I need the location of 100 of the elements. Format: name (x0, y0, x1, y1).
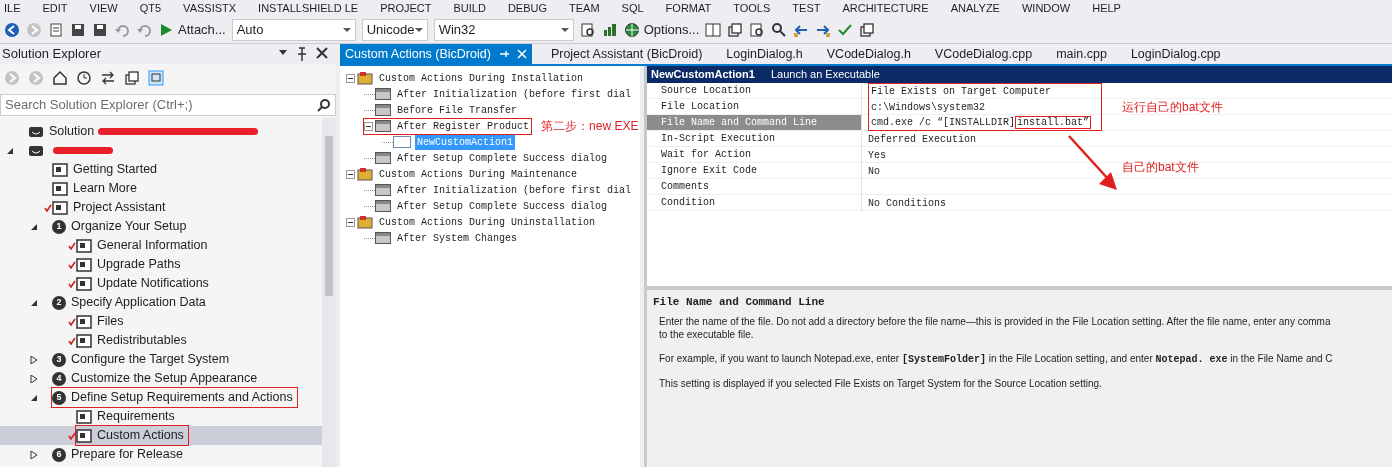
play-icon[interactable] (158, 21, 174, 38)
menu-item[interactable]: WINDOW (1021, 0, 1071, 16)
property-name[interactable]: File Location (647, 99, 861, 114)
find-icon[interactable] (749, 21, 766, 38)
tree-item[interactable]: Custom Actions During Uninstallation (377, 214, 598, 230)
expander-icon[interactable] (364, 121, 373, 131)
sync-icon[interactable] (100, 70, 116, 86)
copy-icon[interactable] (727, 21, 744, 38)
property-name[interactable]: Condition (647, 195, 861, 210)
options-button[interactable]: Options... (623, 19, 700, 40)
menu-item[interactable]: FORMAT (665, 0, 712, 16)
tree-item[interactable]: After Initialization (before first dial (395, 182, 634, 198)
chart-icon[interactable] (601, 21, 618, 38)
tree-item[interactable]: 2 Specify Application Data (0, 293, 322, 312)
menu-item[interactable]: ARCHITECTURE (842, 0, 929, 16)
property-name[interactable]: Source Location (647, 83, 861, 98)
property-value[interactable]: Yes (868, 147, 886, 163)
menu-item[interactable]: VIEW (89, 0, 118, 16)
expander-icon[interactable] (30, 374, 38, 383)
tree-item[interactable]: Learn More (0, 179, 322, 198)
tree-item[interactable]: After Setup Complete Success dialog (395, 198, 610, 214)
attach-button[interactable]: Attach... (158, 19, 226, 40)
dropdown[interactable]: Win32 (433, 18, 574, 41)
property-value[interactable]: c:\Windows\system32 (871, 99, 986, 115)
collapse-icon[interactable] (124, 70, 140, 86)
dropdown[interactable]: Unicode (361, 18, 428, 41)
expander-icon[interactable] (30, 298, 38, 307)
property-value[interactable]: No Conditions (868, 195, 946, 211)
expander-icon[interactable] (30, 222, 38, 231)
tree-item[interactable]: After System Changes (395, 230, 520, 246)
tree-item[interactable]: After Setup Complete Success dialog (395, 150, 610, 166)
menu-item[interactable]: ILE (4, 0, 21, 16)
save-icon[interactable] (70, 21, 86, 38)
property-name[interactable]: In-Script Execution (647, 131, 861, 146)
close-icon[interactable] (316, 47, 328, 59)
tree-item[interactable]: Files (0, 312, 322, 331)
menu-item[interactable]: HELP (1092, 0, 1121, 16)
property-value[interactable]: Deferred Execution (868, 131, 977, 147)
expander-icon[interactable] (30, 355, 38, 364)
menu-item[interactable]: PROJECT (380, 0, 432, 16)
scrollbar[interactable] (322, 118, 336, 467)
expander-icon[interactable] (346, 73, 355, 83)
pin-icon[interactable] (296, 47, 308, 61)
tree-item[interactable]: After Register Product (395, 118, 532, 134)
tree-item[interactable]: Redistributables (0, 331, 322, 350)
tab[interactable]: LoginDialog.cpp (1125, 44, 1226, 64)
expander-icon[interactable] (30, 393, 38, 402)
copy-icon[interactable] (859, 21, 876, 38)
menu-item[interactable]: TEST (792, 0, 821, 16)
tab[interactable]: VCodeDialog.h (821, 44, 916, 64)
expander-icon[interactable] (346, 169, 355, 179)
menu-item[interactable]: VASSISTX (183, 0, 237, 16)
find-icon[interactable] (579, 21, 596, 38)
tree-item[interactable]: 4 Customize the Setup Appearance (0, 369, 322, 388)
expander-icon[interactable] (30, 450, 38, 459)
tree-item[interactable]: Project Assistant (0, 198, 322, 217)
tree-item[interactable]: Custom Actions (0, 426, 322, 445)
menu-item[interactable]: DEBUG (507, 0, 548, 16)
tree-item[interactable]: After Initialization (before first dial (395, 86, 634, 102)
search-icon[interactable] (771, 21, 788, 38)
back-icon[interactable] (4, 21, 20, 38)
search-field[interactable]: Search Solution Explorer (Ctrl+;) (0, 94, 336, 116)
property-value[interactable]: cmd.exe /c “[INSTALLDIR] install.bat” (871, 115, 1092, 130)
menu-item[interactable]: SQL (621, 0, 644, 16)
book-icon[interactable] (705, 21, 722, 38)
new-item-icon[interactable] (48, 21, 64, 38)
tree-item[interactable]: 3 Configure the Target System (0, 350, 322, 369)
property-name[interactable]: Wait for Action (647, 147, 861, 162)
globe-icon[interactable] (623, 21, 640, 38)
history-icon[interactable] (76, 70, 92, 86)
dropdown-icon[interactable] (278, 47, 288, 57)
home-icon[interactable] (52, 70, 68, 86)
property-name[interactable]: Ignore Exit Code (647, 163, 861, 178)
expander-icon[interactable] (6, 146, 14, 155)
tree-item[interactable]: Getting Started (0, 160, 322, 179)
property-name[interactable]: Comments (647, 179, 861, 194)
tab[interactable]: Project Assistant (BicDroid) (545, 44, 708, 64)
tree-item[interactable]: Upgrade Paths (0, 255, 322, 274)
tree-item[interactable]: Before File Transfer (395, 102, 520, 118)
save-all-icon[interactable] (92, 21, 108, 38)
menu-item[interactable]: TEAM (569, 0, 600, 16)
tree-item[interactable]: Solution (0, 122, 322, 141)
tree-item[interactable]: Update Notifications (0, 274, 322, 293)
dropdown[interactable]: Auto (231, 18, 356, 41)
menu-item[interactable]: BUILD (453, 0, 486, 16)
menu-item[interactable]: INSTALLSHIELD LE (258, 0, 359, 16)
expander-icon[interactable] (346, 217, 355, 227)
menu-item[interactable]: EDIT (42, 0, 68, 16)
tree-item[interactable]: Custom Actions During Installation (377, 70, 586, 86)
property-value[interactable]: File Exists on Target Computer (871, 84, 1052, 99)
menu-item[interactable]: QT5 (139, 0, 162, 16)
tree-item[interactable]: Custom Actions During Maintenance (377, 166, 580, 182)
tree-item[interactable]: 5 Define Setup Requirements and Actions (0, 388, 322, 407)
tree-item[interactable]: General Information (0, 236, 322, 255)
menu-item[interactable]: ANALYZE (950, 0, 1000, 16)
tree-item[interactable]: Requirements (0, 407, 322, 426)
view-icon[interactable] (148, 70, 164, 86)
tree-item[interactable]: 6 Prepare for Release (0, 445, 322, 464)
tab[interactable]: VCodeDialog.cpp (929, 44, 1038, 64)
tree-item[interactable]: 1 Organize Your Setup (0, 217, 322, 236)
